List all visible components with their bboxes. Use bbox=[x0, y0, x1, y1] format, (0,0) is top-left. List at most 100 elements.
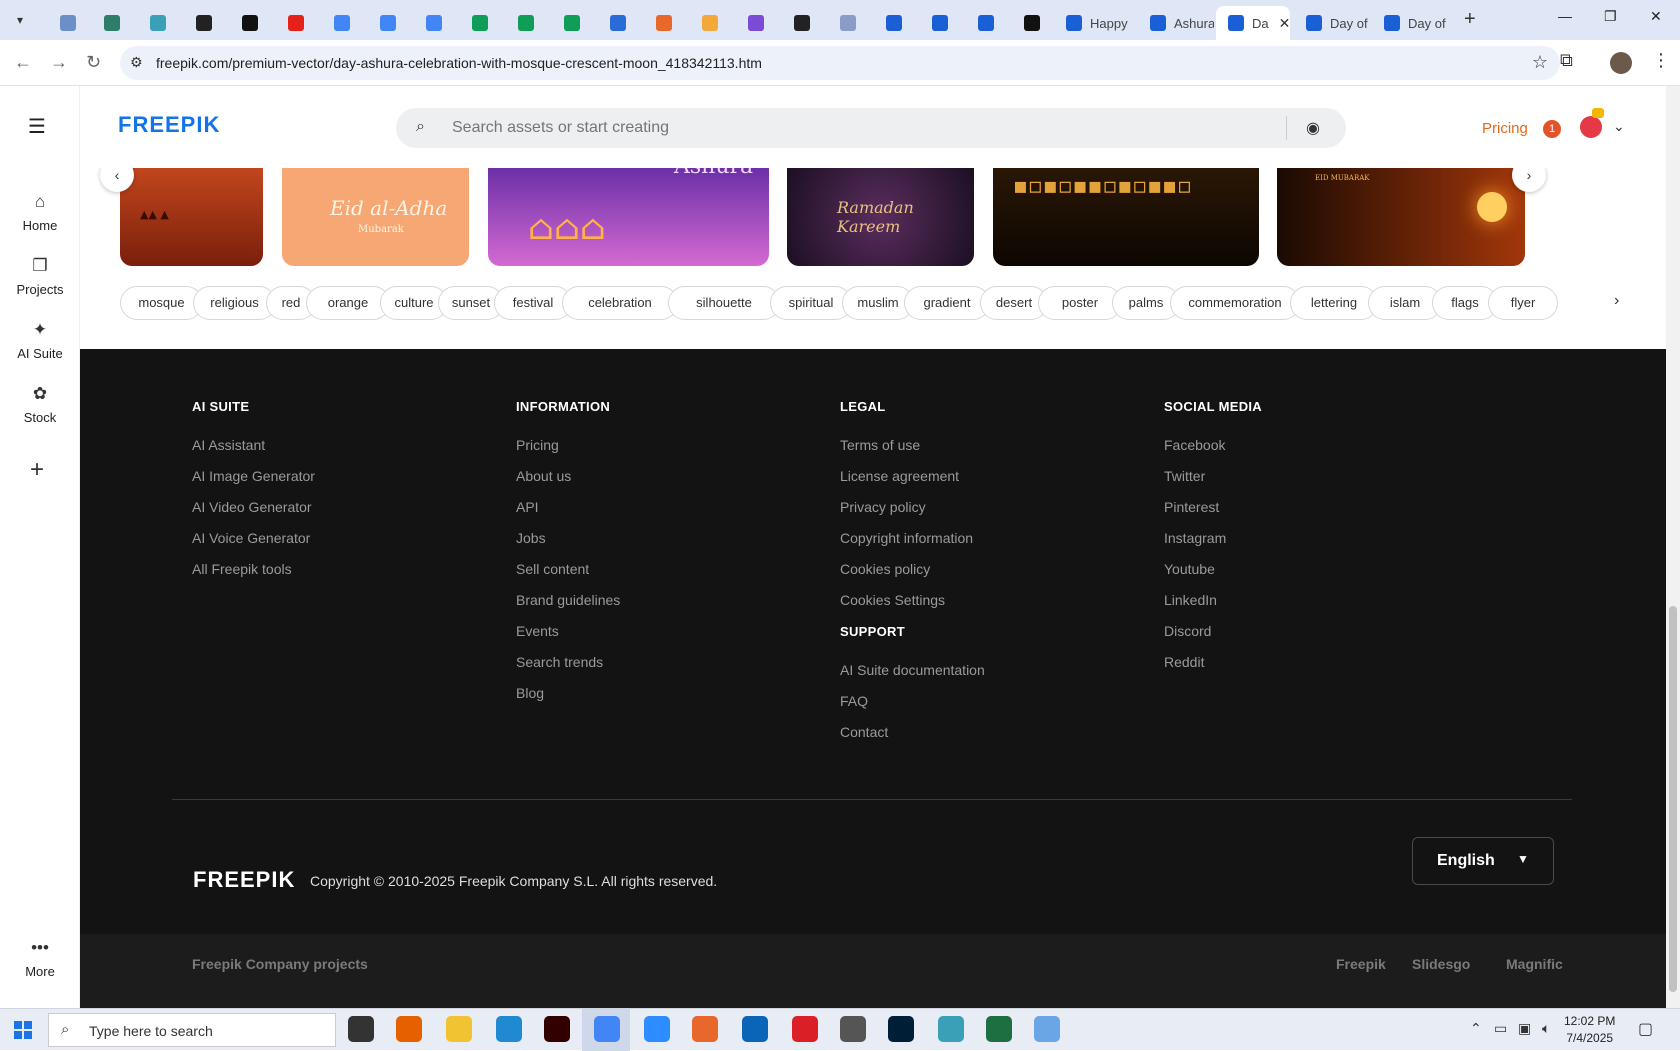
tag-chip[interactable]: religious bbox=[193, 286, 276, 320]
browser-tab[interactable]: Happy bbox=[1054, 6, 1134, 40]
tag-chip[interactable]: commemoration bbox=[1170, 286, 1300, 320]
browser-tab[interactable] bbox=[230, 6, 270, 40]
notepad-icon[interactable] bbox=[1034, 1016, 1060, 1042]
footer-link[interactable]: Facebook bbox=[1164, 437, 1225, 453]
chevron-down-icon[interactable]: ⌄ bbox=[1613, 118, 1625, 135]
browser-tab[interactable] bbox=[276, 6, 316, 40]
browser-tab[interactable]: Day of bbox=[1294, 6, 1370, 40]
browser-tab[interactable] bbox=[690, 6, 730, 40]
tag-chip[interactable]: spiritual bbox=[770, 286, 852, 320]
footer-link[interactable]: AI Image Generator bbox=[192, 468, 315, 484]
footer-link[interactable]: Brand guidelines bbox=[516, 592, 620, 608]
photoshop-icon[interactable] bbox=[888, 1016, 914, 1042]
search-icon[interactable]: ⌕ bbox=[416, 118, 425, 136]
footer-link[interactable]: Discord bbox=[1164, 623, 1211, 639]
browser-tab[interactable]: Day of bbox=[1372, 6, 1448, 40]
browser-tab[interactable] bbox=[414, 6, 454, 40]
browser-tab[interactable] bbox=[368, 6, 408, 40]
footer-link[interactable]: AI Assistant bbox=[192, 437, 265, 453]
browser-tab[interactable] bbox=[1012, 6, 1052, 40]
illustrator-icon[interactable] bbox=[544, 1016, 570, 1042]
task-view-icon[interactable] bbox=[348, 1016, 374, 1042]
taskbar-search[interactable]: ⌕ Type here to search bbox=[48, 1013, 336, 1047]
footer-link[interactable]: Instagram bbox=[1164, 530, 1226, 546]
footer-link[interactable]: FAQ bbox=[840, 693, 868, 709]
footer-link[interactable]: Search trends bbox=[516, 654, 603, 670]
minimize-button[interactable]: — bbox=[1558, 8, 1572, 24]
tag-chip[interactable]: silhouette bbox=[668, 286, 780, 320]
project-link-magnific[interactable]: Magnific bbox=[1506, 956, 1563, 972]
browser-tab[interactable]: Ashura bbox=[1138, 6, 1214, 40]
footer-link[interactable]: About us bbox=[516, 468, 571, 484]
network-icon[interactable]: ▭ bbox=[1494, 1020, 1507, 1037]
camera-icon[interactable]: ◉ bbox=[1306, 118, 1320, 138]
user-avatar[interactable] bbox=[1580, 116, 1602, 138]
footer-logo[interactable]: FREEPIK bbox=[193, 867, 295, 893]
project-link-freepik[interactable]: Freepik bbox=[1336, 956, 1386, 972]
project-link-slidesgo[interactable]: Slidesgo bbox=[1412, 956, 1470, 972]
forward-icon[interactable]: → bbox=[50, 52, 68, 73]
footer-link[interactable]: AI Video Generator bbox=[192, 499, 312, 515]
browser-tab[interactable] bbox=[552, 6, 592, 40]
site-info-icon[interactable]: ⚙ bbox=[130, 54, 143, 71]
nav-more[interactable]: ••• More bbox=[0, 938, 80, 979]
browser-tab[interactable] bbox=[138, 6, 178, 40]
thumbnail-card[interactable]: Ramadan Kareem bbox=[787, 168, 974, 266]
tag-chip[interactable]: mosque bbox=[120, 286, 203, 320]
page-scrollbar[interactable] bbox=[1666, 86, 1680, 1008]
footer-link[interactable]: Sell content bbox=[516, 561, 589, 577]
firefox-icon[interactable] bbox=[396, 1016, 422, 1042]
restore-button[interactable]: ❐ bbox=[1604, 8, 1617, 25]
tag-chip[interactable]: orange bbox=[306, 286, 390, 320]
browser-tab[interactable] bbox=[966, 6, 1006, 40]
footer-link[interactable]: Twitter bbox=[1164, 468, 1205, 484]
browser-tab[interactable] bbox=[736, 6, 776, 40]
tag-chip[interactable]: poster bbox=[1038, 286, 1122, 320]
scrollbar-thumb[interactable] bbox=[1669, 606, 1677, 992]
back-icon[interactable]: ← bbox=[14, 52, 32, 73]
tag-chip[interactable]: celebration bbox=[562, 286, 678, 320]
nav-stock[interactable]: ✿ Stock bbox=[0, 384, 80, 425]
tag-chip[interactable]: islam bbox=[1368, 286, 1442, 320]
footer-link[interactable]: Copyright information bbox=[840, 530, 973, 546]
tag-chip[interactable]: lettering bbox=[1290, 286, 1378, 320]
thumbnail-card[interactable]: Ashura ⌂⌂⌂ bbox=[488, 168, 769, 266]
footer-link[interactable]: API bbox=[516, 499, 539, 515]
close-window-button[interactable]: ✕ bbox=[1650, 8, 1662, 25]
search-input[interactable] bbox=[452, 108, 1252, 148]
browser-tab[interactable] bbox=[782, 6, 822, 40]
monitor-icon[interactable]: ▣ bbox=[1518, 1020, 1531, 1037]
bookmark-star-icon[interactable]: ☆ bbox=[1532, 52, 1548, 73]
notification-badge[interactable]: 1 bbox=[1543, 120, 1561, 138]
footer-link[interactable]: AI Suite documentation bbox=[840, 662, 985, 678]
browser-tab[interactable] bbox=[92, 6, 132, 40]
footer-link[interactable]: Cookies policy bbox=[840, 561, 930, 577]
system-clock[interactable]: 12:02 PM 7/4/2025 bbox=[1564, 1013, 1615, 1047]
reload-icon[interactable]: ↻ bbox=[86, 52, 101, 73]
notifications-icon[interactable]: ▢ bbox=[1638, 1019, 1653, 1039]
footer-link[interactable]: Jobs bbox=[516, 530, 546, 546]
volume-icon[interactable]: 🔈︎ bbox=[1542, 1020, 1550, 1037]
footer-link[interactable]: Events bbox=[516, 623, 559, 639]
footer-link[interactable]: Pinterest bbox=[1164, 499, 1219, 515]
footer-link[interactable]: Blog bbox=[516, 685, 544, 701]
footer-link[interactable]: LinkedIn bbox=[1164, 592, 1217, 608]
vscode-icon[interactable] bbox=[496, 1016, 522, 1042]
footer-link[interactable]: Terms of use bbox=[840, 437, 920, 453]
nav-projects[interactable]: ❐ Projects bbox=[0, 256, 80, 297]
thumbnail-card[interactable]: EID MUBARAK bbox=[1277, 168, 1525, 266]
add-icon[interactable]: + bbox=[30, 456, 44, 484]
footer-link[interactable]: Pricing bbox=[516, 437, 559, 453]
creative-cloud-icon[interactable] bbox=[792, 1016, 818, 1042]
pricing-link[interactable]: Pricing bbox=[1482, 120, 1528, 137]
tab-search-menu[interactable]: ▾ bbox=[8, 8, 32, 32]
browser-tab[interactable] bbox=[48, 6, 88, 40]
browser-menu-icon[interactable]: ⋮ bbox=[1652, 50, 1670, 71]
browser-tab[interactable] bbox=[920, 6, 960, 40]
browser-tab[interactable] bbox=[828, 6, 868, 40]
nav-home[interactable]: ⌂ Home bbox=[0, 192, 80, 233]
browser-tab[interactable] bbox=[322, 6, 362, 40]
footer-link[interactable]: Privacy policy bbox=[840, 499, 926, 515]
browser-tab[interactable] bbox=[184, 6, 224, 40]
footer-link[interactable]: Youtube bbox=[1164, 561, 1215, 577]
